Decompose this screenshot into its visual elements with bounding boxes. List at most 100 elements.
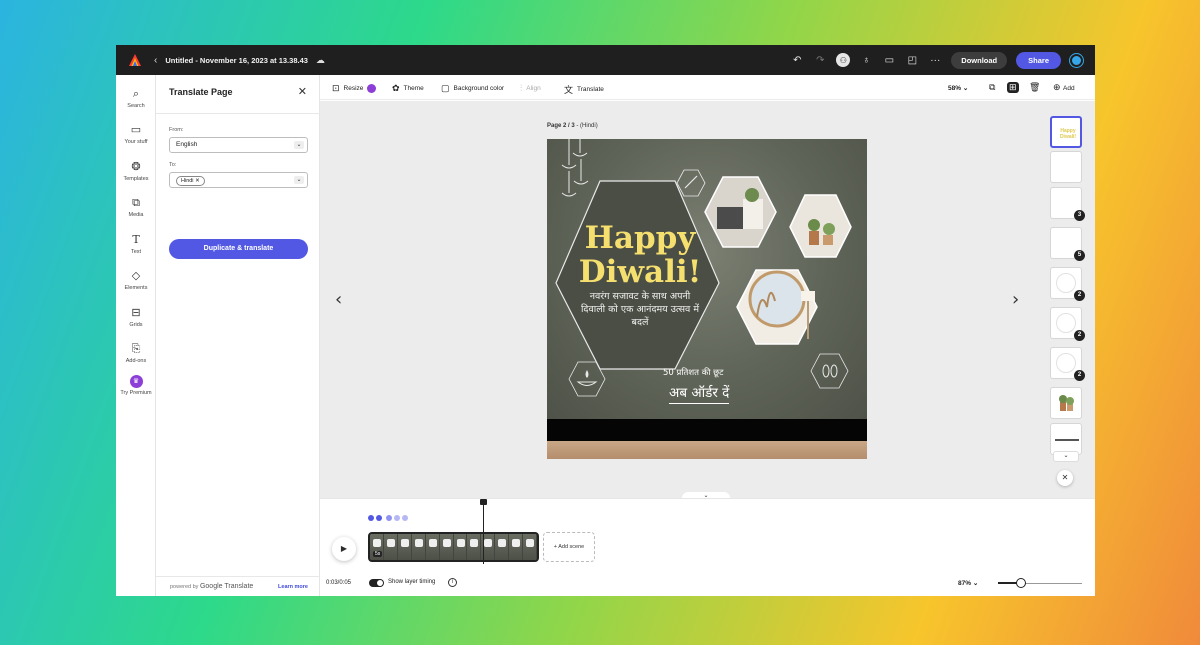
layer-timing-toggle[interactable] (369, 579, 384, 587)
rail-label: Your stuff (124, 139, 148, 145)
lightbulb-icon[interactable]: ♁ (859, 55, 873, 66)
page-thumbnail-8[interactable] (1050, 387, 1082, 419)
rail-label: Templates (123, 176, 149, 182)
scene-frame (397, 534, 412, 560)
scene-frame (439, 534, 454, 560)
rail-item-grids[interactable]: ⊟ Grids (116, 306, 156, 328)
learn-more-link[interactable]: Learn more (278, 584, 308, 590)
zoom-select[interactable]: 58% ⌄ (948, 84, 968, 92)
rail-item-media[interactable]: ⧉ Media (116, 196, 156, 218)
thumbnail-badge: 2 (1074, 370, 1085, 381)
playhead[interactable] (483, 501, 484, 564)
invite-people-icon[interactable]: ⚇ (836, 53, 851, 67)
chevron-down-icon: ⌄ (294, 176, 304, 184)
chat-icon[interactable]: ◰ (905, 55, 919, 66)
download-button[interactable]: Download (951, 51, 1008, 69)
rail-item-text[interactable]: T Text (116, 233, 156, 255)
timeline-zoom-value: 87% (958, 580, 972, 587)
theme-icon: ✿ (392, 83, 400, 93)
language-chip[interactable]: Hindi ✕ (176, 176, 205, 186)
timeline-zoom-select[interactable]: 87% ⌄ (958, 579, 978, 587)
info-icon[interactable]: i (448, 578, 457, 587)
scene-frame (453, 534, 468, 560)
top-bar-actions: ↶ ↷ ⚇ ♁ ▭ ◰ ··· Download Share (790, 45, 1083, 75)
translate-panel: Translate Page ✕ From: English ⌄ To: Hin… (156, 75, 320, 596)
layer-timing-label: Show layer timing (388, 579, 436, 585)
remove-chip-icon[interactable]: ✕ (195, 178, 200, 184)
text-icon: T (132, 233, 140, 246)
previous-page-icon[interactable]: ‹ (335, 289, 342, 310)
search-icon: ⌕ (132, 88, 140, 100)
page-number: Page 2 / 3 (547, 123, 575, 129)
to-language-select[interactable]: Hindi ✕ ⌄ (169, 172, 308, 188)
close-icon[interactable]: ✕ (298, 85, 307, 98)
redo-icon[interactable]: ↷ (813, 55, 827, 66)
duplicate-translate-button[interactable]: Duplicate & translate (169, 239, 308, 259)
page-thumbnail-6[interactable]: 2 (1050, 307, 1085, 341)
page-thumbnail-4[interactable]: 5 (1050, 227, 1085, 261)
page-thumbnail-3[interactable]: 3 (1050, 187, 1085, 221)
grid-view-icon[interactable]: ⊞ (1007, 82, 1019, 93)
headline-diwali: Diwali! (578, 254, 702, 290)
offer-text[interactable]: 50 प्रतिशत की छूट (663, 367, 723, 378)
page-thumbnail-7[interactable]: 2 (1050, 347, 1085, 381)
translate-button[interactable]: 文 Translate (564, 83, 604, 96)
thumbnail-circle (1056, 353, 1076, 373)
page-thumbnail-5[interactable]: 2 (1050, 267, 1085, 301)
rail-item-search[interactable]: ⌕ Search (116, 87, 156, 109)
rail-label: Text (130, 249, 142, 255)
hindi-message-line-2: दिवाली को एक आनंदमय उत्सव में (580, 304, 700, 315)
google-translate-brand: Google Translate (199, 583, 254, 590)
scene-frame (523, 534, 537, 560)
comment-icon[interactable]: ▭ (882, 55, 896, 66)
timeline: ▶ 5s + Add scene 0:03/0:05 Show layer ti… (320, 498, 1095, 596)
rail-item-add-ons[interactable]: ⎘ Add-ons (116, 342, 156, 364)
add-scene-button[interactable]: + Add scene (543, 532, 595, 562)
plants-photo (789, 194, 852, 258)
cloud-sync-icon[interactable]: ☁ (316, 55, 325, 66)
scene-dot (386, 515, 392, 521)
rail-item-templates[interactable]: ❂ Templates (116, 160, 156, 182)
background-label: Background color (453, 85, 505, 92)
close-thumbnails-icon[interactable]: ✕ (1057, 470, 1073, 486)
hanging-lamps-icon (561, 139, 589, 197)
scene-duration: 5s (373, 551, 383, 557)
page-thumbnail-2[interactable] (1050, 151, 1082, 183)
scroll-thumbnails-chevron-icon[interactable]: ⌄ (1053, 451, 1079, 462)
next-page-icon[interactable]: › (1012, 289, 1019, 310)
adobe-express-logo-icon[interactable] (128, 53, 142, 67)
document-title[interactable]: Untitled - November 16, 2023 at 13.38.43 (165, 56, 308, 65)
rail-item-your-stuff[interactable]: ▭ Your stuff (116, 123, 156, 145)
play-button[interactable]: ▶ (332, 537, 356, 561)
rail-label: Media (128, 212, 144, 218)
duplicate-page-icon[interactable]: ⧉ (989, 82, 995, 93)
theme-button[interactable]: ✿ Theme (392, 83, 424, 94)
delete-icon[interactable]: 🗑 (1029, 82, 1040, 93)
order-now-text[interactable]: अब ऑर्डर दें (669, 383, 730, 404)
align-button[interactable]: ⫶ Align (520, 83, 541, 94)
background-color-button[interactable]: ▢ Background color (441, 83, 504, 94)
page-thumbnail-1[interactable]: Happy Diwali! (1050, 116, 1082, 148)
resize-icon: ⊡ (332, 83, 340, 93)
resize-button[interactable]: ⊡ Resize (332, 83, 377, 94)
from-language-select[interactable]: English ⌄ (169, 137, 308, 153)
share-button[interactable]: Share (1016, 51, 1061, 69)
page-label: Page 2 / 3 - (Hindi) (547, 123, 598, 129)
rail-item-elements[interactable]: ◇ Elements (116, 269, 156, 291)
user-avatar[interactable] (1070, 53, 1083, 67)
hindi-message-line-3: बदलें (631, 317, 649, 328)
rail-label: Add-ons (125, 358, 147, 364)
rail-item-try-premium[interactable]: ♛ Try Premium (116, 375, 156, 396)
chevron-down-icon: ⌄ (294, 141, 304, 149)
more-options-icon[interactable]: ··· (928, 55, 942, 66)
back-chevron-icon[interactable]: ‹ (154, 55, 157, 66)
crown-icon (367, 84, 377, 93)
rail-label: Search (127, 103, 145, 109)
scene-strip[interactable]: 5s (368, 532, 539, 562)
add-page-button[interactable]: ⊕ Add (1053, 82, 1075, 93)
add-label: Add (1063, 85, 1075, 92)
zoom-slider-knob[interactable] (1016, 578, 1026, 588)
design-artboard[interactable]: Happy Diwali! नवरंग सजावट के साथ अपनी दि… (547, 139, 867, 459)
greeting-block[interactable]: Happy Diwali! नवरंग सजावट के साथ अपनी दि… (575, 221, 705, 328)
undo-icon[interactable]: ↶ (790, 55, 804, 66)
